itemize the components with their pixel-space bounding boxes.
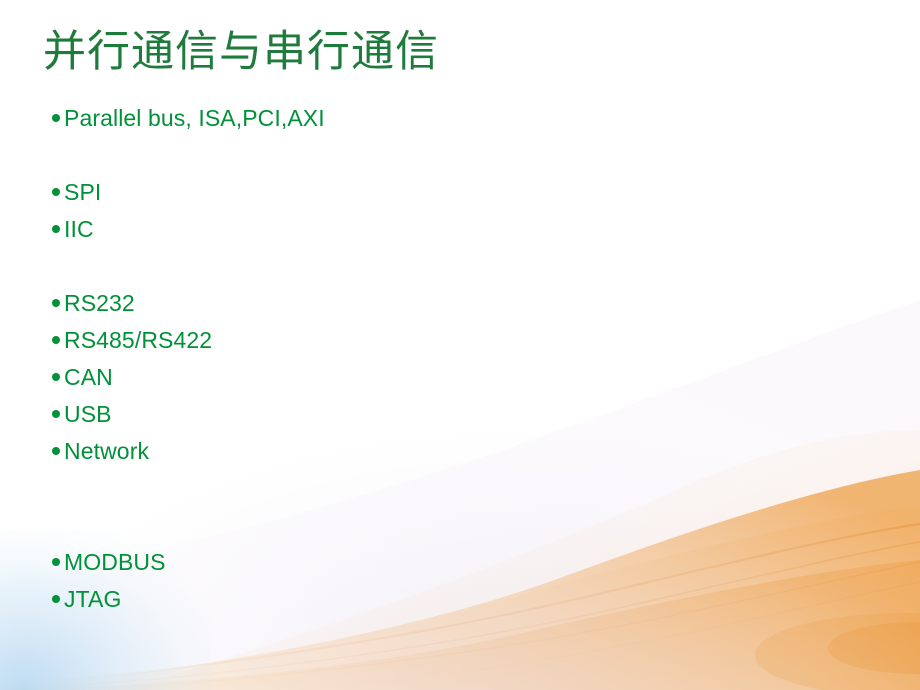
list-item-label: JTAG (64, 586, 122, 612)
list-item: USB (52, 400, 692, 437)
list-item: RS485/RS422 (52, 326, 692, 363)
list-item: RS232 (52, 289, 692, 326)
bullet-dot-icon (52, 188, 60, 196)
list-item: MODBUS (52, 548, 692, 585)
list-item-label: Network (64, 438, 150, 464)
bullet-dot-icon (52, 373, 60, 381)
list-item-label: RS485/RS422 (64, 327, 213, 353)
bullet-dot-icon (52, 299, 60, 307)
list-item-label: USB (64, 401, 112, 427)
list-item-label: MODBUS (64, 549, 166, 575)
bullet-dot-icon (52, 336, 60, 344)
list-item: Network (52, 437, 692, 474)
list-item: IIC (52, 215, 692, 252)
bullet-dot-icon (52, 558, 60, 566)
slide-canvas: 并行通信与串行通信 Parallel bus, ISA,PCI,AXI SPI … (0, 0, 920, 690)
list-item-label: SPI (64, 179, 102, 205)
list-item-label: RS232 (64, 290, 135, 316)
list-item: JTAG (52, 585, 692, 622)
bullet-dot-icon (52, 595, 60, 603)
bullet-dot-icon (52, 410, 60, 418)
bullet-dot-icon (52, 114, 60, 122)
list-item: CAN (52, 363, 692, 400)
list-item-label: IIC (64, 216, 94, 242)
bullet-dot-icon (52, 447, 60, 455)
bullet-dot-icon (52, 225, 60, 233)
list-item: SPI (52, 178, 692, 215)
list-item: Parallel bus, ISA,PCI,AXI (52, 104, 692, 141)
bullet-list: Parallel bus, ISA,PCI,AXI SPI IIC RS232 … (52, 104, 692, 622)
list-item-label: CAN (64, 364, 113, 390)
list-item-label: Parallel bus, ISA,PCI,AXI (64, 105, 325, 131)
slide-title: 并行通信与串行通信 (43, 27, 439, 77)
